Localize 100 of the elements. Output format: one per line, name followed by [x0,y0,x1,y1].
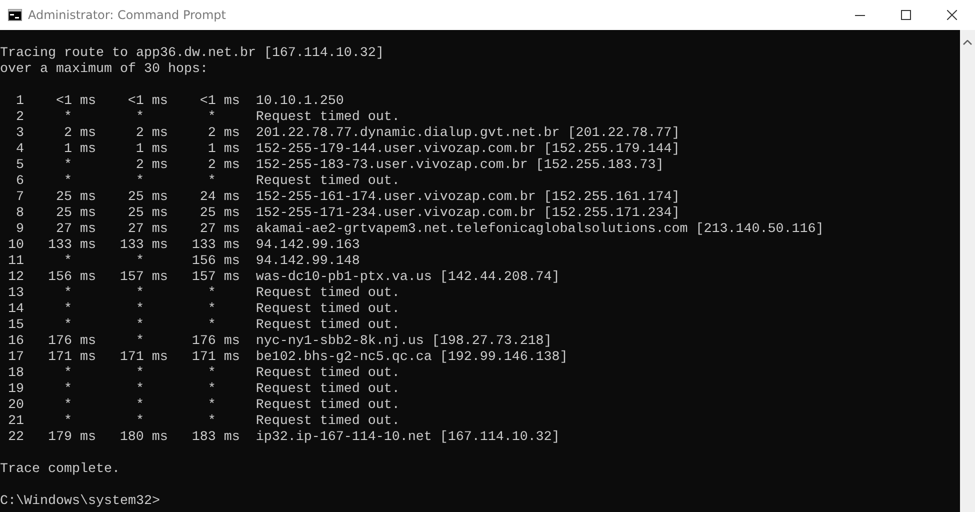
hop-host: be102.bhs-g2-nc5.qc.ca [192.99.146.138] [256,350,568,366]
round-trip-time: * [64,382,73,398]
round-trip-time: * [64,366,73,382]
round-trip-time: 171 ms [120,350,168,366]
round-trip-time: 1 ms [136,142,168,158]
hop-host: Request timed out. [256,286,400,302]
round-trip-time: * [136,254,145,270]
round-trip-time: 133 ms [48,238,96,254]
hop-number: 5 [14,158,24,174]
hop-host: Request timed out. [256,110,400,126]
round-trip-time: * [136,414,145,430]
console-text: Tracing route to app36.dw.net.br [167.114.10.32] [0,46,384,62]
hop-number: 4 [14,142,24,158]
round-trip-time: 171 ms [48,350,96,366]
round-trip-time: 25 ms [56,190,96,206]
round-trip-time: * [208,318,217,334]
hop-number: 17 [6,350,24,366]
round-trip-time: * [136,286,145,302]
round-trip-time: * [136,366,145,382]
round-trip-time: 25 ms [128,206,168,222]
round-trip-time: * [208,302,217,318]
hop-host: ip32.ip-167-114-10.net [167.114.10.32] [256,430,560,446]
round-trip-time: * [64,318,73,334]
round-trip-time: * [136,174,145,190]
hop-host: was-dc10-pb1-ptx.va.us [142.44.208.74] [256,270,560,286]
round-trip-time: * [208,174,217,190]
round-trip-time: 133 ms [120,238,168,254]
round-trip-time: * [64,158,73,174]
round-trip-time: 180 ms [120,430,168,446]
command-prompt: C:\Windows\system32> [0,494,160,510]
hop-number: 12 [6,270,24,286]
terminal-icon [8,9,22,21]
hop-number: 9 [14,222,24,238]
round-trip-time: 25 ms [200,206,240,222]
hop-number: 22 [6,430,24,446]
round-trip-time: * [136,398,145,414]
round-trip-time: * [208,398,217,414]
round-trip-time: <1 ms [128,94,168,110]
hop-host: 152-255-183-73.user.vivozap.com.br [152.255.183.73] [256,158,664,174]
round-trip-time: * [64,174,73,190]
hop-host: Request timed out. [256,366,400,382]
hop-number: 7 [14,190,24,206]
hop-host: Request timed out. [256,174,400,190]
round-trip-time: 24 ms [200,190,240,206]
hop-number: 16 [6,334,24,350]
round-trip-time: * [208,382,217,398]
round-trip-time: * [136,382,145,398]
hop-host: Request timed out. [256,398,400,414]
hop-number: 2 [14,110,24,126]
hop-number: 19 [6,382,24,398]
hop-number: 20 [6,398,24,414]
hop-number: 11 [6,254,24,270]
maximize-icon [901,10,911,20]
hop-host: Request timed out. [256,302,400,318]
console-text: Trace complete. [0,462,120,478]
round-trip-time: * [64,414,73,430]
round-trip-time: * [136,302,145,318]
round-trip-time: * [208,110,217,126]
round-trip-time: 27 ms [56,222,96,238]
round-trip-time: 25 ms [56,206,96,222]
hop-number: 8 [14,206,24,222]
round-trip-time: * [64,398,73,414]
scroll-up-icon[interactable] [963,40,972,45]
hop-host: Request timed out. [256,318,400,334]
hop-host: 152-255-179-144.user.vivozap.com.br [152.255.179.144] [256,142,680,158]
round-trip-time: 1 ms [64,142,96,158]
hop-host: Request timed out. [256,382,400,398]
round-trip-time: * [136,318,145,334]
round-trip-time: 2 ms [136,158,168,174]
round-trip-time: 176 ms [192,334,240,350]
round-trip-time: 157 ms [120,270,168,286]
window-title: Administrator: Command Prompt [28,8,226,22]
round-trip-time: <1 ms [200,94,240,110]
hop-host: 94.142.99.148 [256,254,360,270]
hop-host: 152-255-171-234.user.vivozap.com.br [152.255.171.234] [256,206,680,222]
round-trip-time: <1 ms [56,94,96,110]
round-trip-time: 2 ms [64,126,96,142]
round-trip-time: * [136,110,145,126]
hop-number: 18 [6,366,24,382]
round-trip-time: 27 ms [200,222,240,238]
hop-number: 3 [14,126,24,142]
scrollbar[interactable] [960,30,975,512]
round-trip-time: * [208,366,217,382]
round-trip-time: * [136,334,145,350]
round-trip-time: 25 ms [128,190,168,206]
round-trip-time: * [64,302,73,318]
hop-host: 94.142.99.163 [256,238,360,254]
round-trip-time: 2 ms [136,126,168,142]
round-trip-time: 133 ms [192,238,240,254]
round-trip-time: 176 ms [48,334,96,350]
round-trip-time: 156 ms [48,270,96,286]
hop-host: Request timed out. [256,414,400,430]
round-trip-time: 2 ms [208,158,240,174]
round-trip-time: 2 ms [208,126,240,142]
round-trip-time: * [64,286,73,302]
round-trip-time: 157 ms [192,270,240,286]
hop-host: 152-255-161-174.user.vivozap.com.br [152.255.161.174] [256,190,680,206]
round-trip-time: 1 ms [208,142,240,158]
hop-number: 14 [6,302,24,318]
round-trip-time: * [208,414,217,430]
